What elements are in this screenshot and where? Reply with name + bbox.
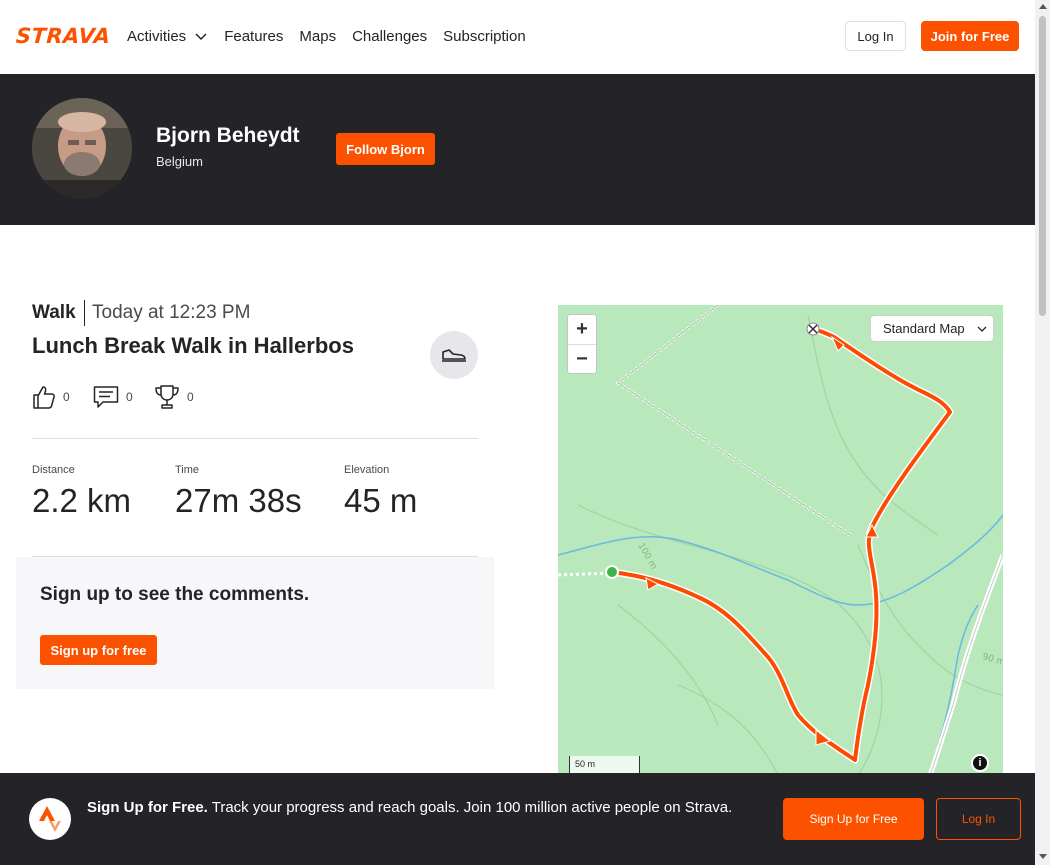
comments-signup-message: Sign up to see the comments. [40, 584, 310, 605]
stat-distance: Distance 2.2 km [32, 464, 131, 520]
stat-time: Time 27m 38s [175, 464, 302, 520]
chevron-down-icon [195, 33, 207, 41]
trophy-icon [155, 385, 179, 409]
activity-time: Today at 12:23 PM [92, 302, 251, 323]
kudos-count[interactable]: 0 [32, 384, 93, 410]
athlete-name[interactable]: Bjorn Beheydt [156, 124, 300, 148]
comment-icon [93, 386, 119, 408]
map-type-label: Standard Map [883, 321, 965, 336]
divider-top [32, 438, 478, 439]
join-button[interactable]: Join for Free [921, 21, 1019, 51]
social-stats: 0 0 0 [32, 384, 194, 410]
scroll-down-arrow-icon[interactable] [1039, 854, 1047, 859]
scroll-up-arrow-icon[interactable] [1039, 4, 1047, 9]
nav-challenges[interactable]: Challenges [352, 26, 427, 46]
comments-signup-button[interactable]: Sign up for free [40, 635, 157, 665]
scroll-thumb[interactable] [1039, 16, 1046, 316]
kudos-value: 0 [63, 390, 70, 404]
thumbs-up-icon [33, 386, 55, 409]
stat-time-value: 27m 38s [175, 482, 302, 519]
follow-button[interactable]: Follow Bjorn [336, 133, 435, 165]
page-scrollbar[interactable] [1035, 0, 1050, 865]
achievements-count[interactable]: 0 [154, 384, 194, 410]
map-type-select[interactable]: Standard Map [870, 315, 994, 342]
banner-heading: Sign Up for Free. [87, 799, 208, 816]
nav-links: Activities Features Maps Challenges Subs… [127, 26, 526, 46]
avatar[interactable] [32, 98, 132, 198]
nav-activities[interactable]: Activities [127, 26, 208, 46]
strava-logo[interactable]: STRAVA [15, 24, 111, 48]
nav-subscription[interactable]: Subscription [443, 26, 526, 46]
stat-time-label: Time [175, 464, 200, 476]
nav-activities-label: Activities [127, 27, 187, 45]
achievements-value: 0 [187, 390, 194, 404]
activity-title: Lunch Break Walk in Hallerbos [32, 333, 354, 358]
zoom-in-button[interactable]: + [568, 315, 596, 344]
activity-type: Walk [32, 302, 76, 323]
info-icon[interactable]: i [971, 754, 989, 772]
banner-signup-button[interactable]: Sign Up for Free [783, 798, 924, 840]
banner-login-button[interactable]: Log In [936, 798, 1021, 840]
activity-map[interactable]: 100 m 90 m + − Standard Map 50 m i [558, 305, 1003, 775]
comments-value: 0 [126, 390, 133, 404]
chevron-down-icon [977, 326, 987, 332]
avatar-image [32, 98, 132, 198]
banner-text: Sign Up for Free. Track your progress an… [87, 797, 767, 819]
stat-distance-label: Distance [32, 464, 75, 476]
zoom-controls: + − [567, 314, 597, 374]
nav-maps[interactable]: Maps [299, 26, 336, 46]
strava-badge [29, 798, 71, 840]
contour-label-90: 90 m [981, 652, 1003, 668]
shoe-icon [442, 349, 466, 362]
login-button[interactable]: Log In [845, 21, 906, 51]
map-canvas[interactable]: 100 m 90 m [558, 305, 1003, 775]
top-navigation: STRAVA Activities Features Maps Challeng… [0, 0, 1035, 74]
gear-shoe-badge[interactable] [430, 331, 478, 379]
activity-separator [84, 300, 85, 326]
stat-elevation-value: 45 m [344, 482, 418, 519]
comments-count[interactable]: 0 [93, 384, 154, 410]
athlete-location: Belgium [156, 154, 203, 169]
banner-body: Track your progress and reach goals. Joi… [207, 799, 733, 816]
comments-section: Sign up to see the comments. Sign up for… [16, 557, 494, 689]
signup-banner: Sign Up for Free. Track your progress an… [0, 773, 1035, 865]
stat-elevation-label: Elevation [344, 464, 390, 476]
nav-features[interactable]: Features [224, 26, 283, 46]
stat-elevation: Elevation 45 m [344, 464, 417, 520]
athlete-header: Bjorn Beheydt Belgium Follow Bjorn [0, 74, 1035, 225]
strava-logo-icon [39, 806, 61, 832]
zoom-out-button[interactable]: − [568, 344, 596, 373]
contour-label-100: 100 m [635, 542, 658, 572]
stat-distance-value: 2.2 km [32, 482, 132, 519]
